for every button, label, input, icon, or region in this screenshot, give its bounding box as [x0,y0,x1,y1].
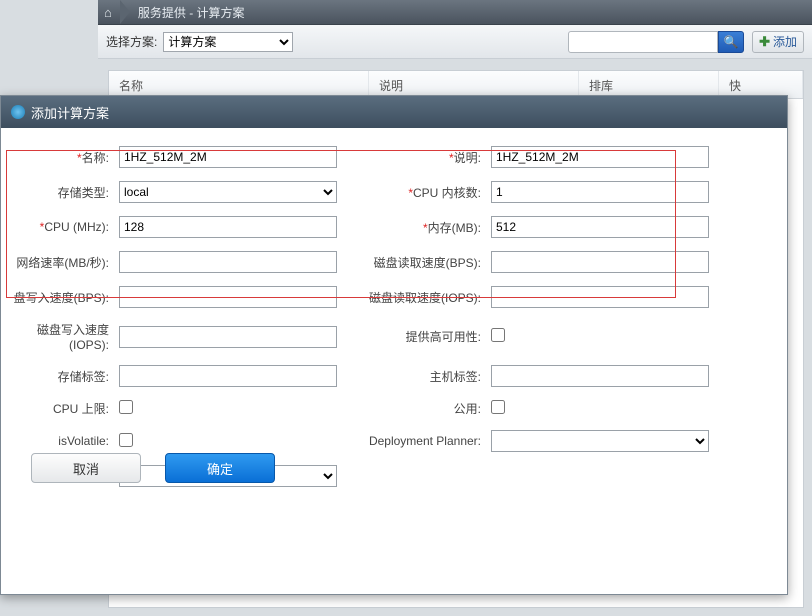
is-volatile-checkbox[interactable] [119,433,133,447]
label-storage-type: 存储类型: [13,184,113,201]
dialog-button-row: 取消 确定 [31,453,275,483]
filter-bar: 选择方案: 计算方案 🔍 ✚ 添加 [98,25,812,59]
label-disk-read-iops: 磁盘读取速度(IOPS): [355,289,485,306]
memory-mb-field[interactable] [491,216,709,238]
dialog-body: *名称: *说明: 存储类型: local *CPU 内核数: *CPU (MH… [1,128,787,497]
filter-label: 选择方案: [106,33,157,50]
search-icon: 🔍 [724,35,739,49]
label-host-tags: 主机标签: [355,368,485,385]
disk-read-bps-field[interactable] [491,251,709,273]
label-net-rate: 网络速率(MB/秒): [13,254,113,271]
cpu-cap-checkbox[interactable] [119,400,133,414]
ok-button[interactable]: 确定 [165,453,275,483]
add-compute-offering-dialog: 添加计算方案 *名称: *说明: 存储类型: local *CPU 内核数: *… [0,95,788,595]
storage-type-select[interactable]: local [119,181,337,203]
add-button[interactable]: ✚ 添加 [752,31,804,53]
breadcrumb-text[interactable]: 服务提供 - 计算方案 [138,4,245,21]
cpu-cores-field[interactable] [491,181,709,203]
col-name[interactable]: 名称 [109,71,369,98]
label-storage-tags: 存储标签: [13,368,113,385]
label-disk-write-bps: 盘写入速度(BPS): [13,289,113,306]
label-desc: *说明: [355,149,485,166]
plus-icon: ✚ [759,34,770,50]
disk-write-iops-field[interactable] [119,326,337,348]
label-cpu-mhz: *CPU (MHz): [13,220,113,234]
label-cpu-cores: *CPU 内核数: [355,184,485,201]
offer-ha-checkbox[interactable] [491,328,505,342]
breadcrumb-bar: ⌂ 服务提供 - 计算方案 [98,0,812,25]
col-desc[interactable]: 说明 [369,71,579,98]
label-disk-read-bps: 磁盘读取速度(BPS): [355,254,485,271]
search-input[interactable] [568,31,718,53]
label-cpu-cap: CPU 上限: [13,400,113,417]
label-memory-mb: *内存(MB): [355,219,485,236]
net-rate-field[interactable] [119,251,337,273]
add-button-label: 添加 [773,33,797,50]
label-public: 公用: [355,400,485,417]
cpu-mhz-field[interactable] [119,216,337,238]
disk-write-bps-field[interactable] [119,286,337,308]
deployment-planner-select[interactable] [491,430,709,452]
cancel-button[interactable]: 取消 [31,453,141,483]
form-grid: *名称: *说明: 存储类型: local *CPU 内核数: *CPU (MH… [13,146,775,487]
disk-read-iops-field[interactable] [491,286,709,308]
col-order[interactable]: 排库 [579,71,719,98]
col-quick[interactable]: 快 [719,71,803,98]
public-checkbox[interactable] [491,400,505,414]
storage-tags-field[interactable] [119,365,337,387]
search-button[interactable]: 🔍 [718,31,744,53]
plan-select[interactable]: 计算方案 [163,32,293,52]
label-name: *名称: [13,149,113,166]
label-offer-ha: 提供高可用性: [355,328,485,345]
dialog-title: 添加计算方案 [31,103,109,122]
name-field[interactable] [119,146,337,168]
dialog-title-bar[interactable]: 添加计算方案 [1,96,787,128]
dialog-icon [11,105,25,119]
home-icon[interactable]: ⌂ [104,5,112,20]
label-deployment-planner: Deployment Planner: [355,434,485,448]
breadcrumb-separator-icon [120,0,130,24]
label-is-volatile: isVolatile: [13,434,113,448]
host-tags-field[interactable] [491,365,709,387]
label-disk-write-iops: 磁盘写入速度(IOPS): [13,321,113,352]
desc-field[interactable] [491,146,709,168]
